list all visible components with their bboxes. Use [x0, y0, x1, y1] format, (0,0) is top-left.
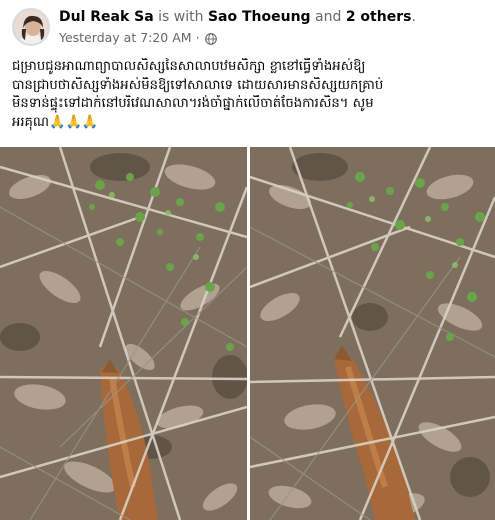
post-photo[interactable] [0, 147, 247, 520]
caption-line: អរគុណ🙏🙏🙏 [12, 115, 99, 131]
photo-grid [0, 147, 495, 520]
and-text: and [315, 9, 342, 25]
post-title: Dul Reak Sa is with Sao Thoeung and 2 ot… [59, 8, 459, 26]
caption-line: ជម្រាបជូនអាណាព្យាបាលសិស្សនៃសាលាបឋមសិក្សា… [12, 59, 366, 74]
avatar[interactable] [12, 8, 50, 46]
post-meta: Dul Reak Sa is with Sao Thoeung and 2 ot… [59, 8, 459, 46]
tagged-person[interactable]: Sao Thoeung [208, 9, 311, 25]
globe-icon[interactable] [204, 32, 217, 45]
separator-dot: · [195, 30, 200, 45]
post-header: Dul Reak Sa is with Sao Thoeung and 2 ot… [12, 8, 482, 52]
author-name[interactable]: Dul Reak Sa [59, 9, 154, 25]
tagged-others-link[interactable]: 2 others [346, 9, 412, 25]
post-caption: ជម្រាបជូនអាណាព្យាបាលសិស្សនៃសាលាបឋមសិក្សា… [12, 58, 484, 133]
caption-line: មិនទាន់ផ្ទុះទៅដាក់នៅបរិវេណសាលា។រង់ចាំផ្ន… [12, 96, 374, 112]
with-text: is with [158, 9, 204, 25]
post-timestamp[interactable]: Yesterday at 7:20 AM [59, 29, 192, 46]
caption-line: បានជ្រាបថាសិស្សទាំងអស់មិនឱ្យទៅសាលាទេ ដោយ… [12, 77, 384, 93]
post-subline: Yesterday at 7:20 AM · [59, 29, 459, 46]
title-period: . [411, 9, 416, 25]
post-photo[interactable] [250, 147, 495, 520]
